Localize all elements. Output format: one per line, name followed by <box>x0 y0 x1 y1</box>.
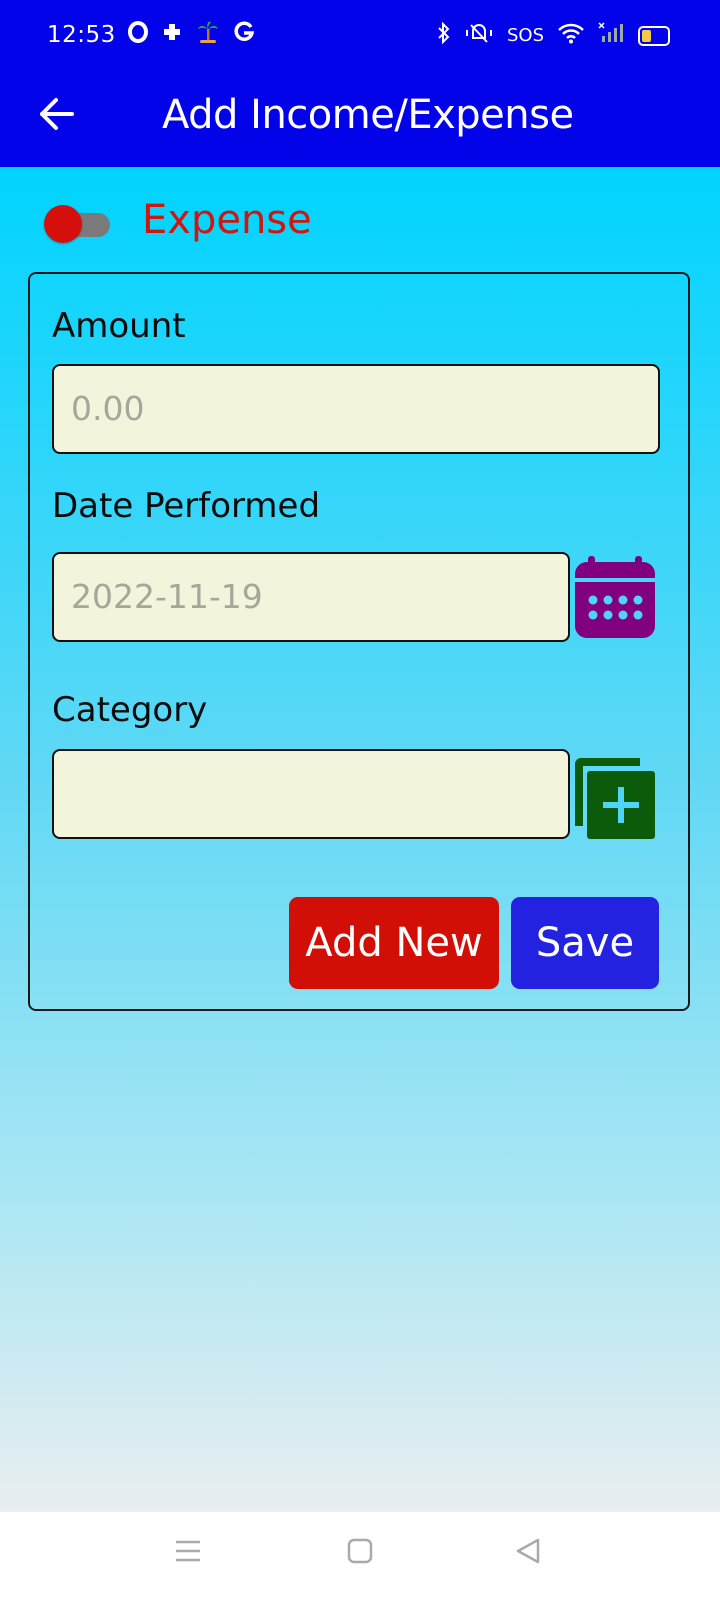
system-navigation-bar <box>0 1512 720 1600</box>
income-expense-switch[interactable] <box>44 203 112 243</box>
page-title: Add Income/Expense <box>162 92 574 138</box>
notification-icons <box>128 20 255 50</box>
date-label: Date Performed <box>52 486 321 526</box>
system-icons: SOS <box>437 21 670 49</box>
back-triangle-icon[interactable] <box>514 1538 542 1568</box>
amount-placeholder: 0.00 <box>71 389 145 428</box>
date-picker-button[interactable] <box>572 554 658 644</box>
status-bar: 12:53 SOS <box>0 0 720 72</box>
app-plus-icon <box>162 22 182 48</box>
palm-tree-icon <box>196 20 220 50</box>
recents-menu-icon[interactable] <box>174 1538 202 1568</box>
opera-icon <box>128 21 148 49</box>
main-content: Expense Amount 0.00 Date Performed 2022-… <box>0 167 720 1512</box>
arrow-left-icon <box>40 98 74 130</box>
transaction-form: Amount 0.00 Date Performed 2022-11-19 Ca… <box>28 272 690 1011</box>
bluetooth-icon <box>437 21 451 49</box>
app-header: 12:53 SOS Add Income/Expense <box>0 0 720 167</box>
add-category-button[interactable] <box>572 756 658 846</box>
status-time: 12:53 <box>47 22 116 48</box>
switch-label: Expense <box>142 197 312 243</box>
cellular-signal-icon <box>598 22 624 49</box>
category-label: Category <box>52 690 208 730</box>
amount-label: Amount <box>52 306 186 346</box>
sos-label: SOS <box>506 25 544 46</box>
home-square-icon[interactable] <box>346 1538 374 1568</box>
battery-icon <box>638 25 670 46</box>
add-category-icon <box>575 758 655 839</box>
amount-input[interactable]: 0.00 <box>52 364 660 454</box>
save-button[interactable]: Save <box>511 897 659 989</box>
calendar-icon <box>575 556 655 638</box>
add-new-button[interactable]: Add New <box>289 897 499 989</box>
back-button[interactable] <box>36 92 80 136</box>
date-placeholder: 2022-11-19 <box>71 577 263 616</box>
wifi-icon <box>558 22 584 49</box>
switch-knob <box>44 205 82 243</box>
date-input[interactable]: 2022-11-19 <box>52 552 570 642</box>
category-input[interactable] <box>52 749 570 839</box>
google-icon <box>234 21 255 49</box>
mute-bell-icon <box>465 22 493 49</box>
